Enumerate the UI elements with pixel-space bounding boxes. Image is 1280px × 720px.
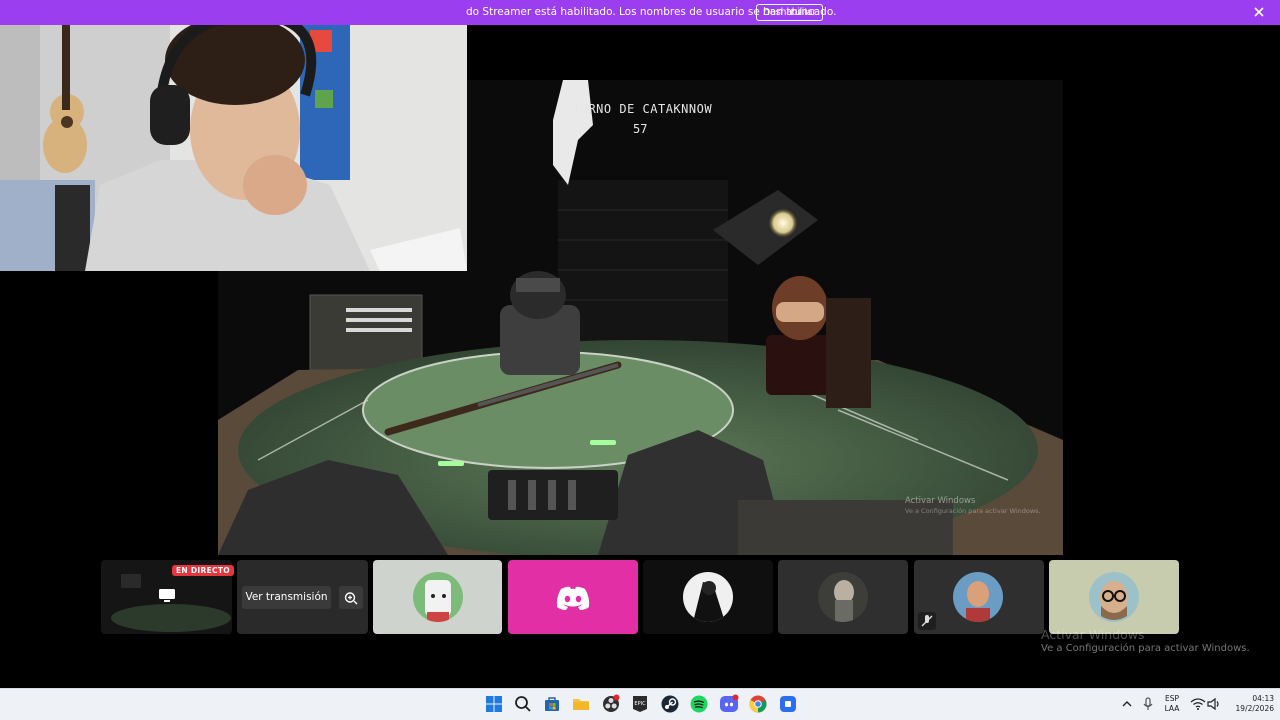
webcam-feed [0,0,467,271]
file-explorer-icon[interactable] [571,694,591,714]
stream-watermark-title: Activar Windows [905,496,976,506]
turn-label: TURNO DE CATAKNNOW [573,102,713,116]
system-clock[interactable]: 04:13 19/2/2026 [1222,688,1274,720]
discord-icon[interactable] [719,694,739,714]
disable-streamer-mode-button[interactable]: Deshabilitar [756,4,823,21]
volume-icon[interactable] [1204,694,1224,714]
svg-text:EPIC: EPIC [634,701,646,707]
live-badge: EN DIRECTO [172,565,234,576]
language-code: ESP [1164,694,1180,703]
white-dog-avatar-icon [413,572,463,622]
epic-games-icon[interactable]: EPIC [630,694,650,714]
discord-logo-icon [555,585,591,615]
windows-start-icon[interactable] [484,694,504,714]
microsoft-store-icon[interactable] [542,694,562,714]
spotify-icon[interactable] [689,694,709,714]
obs-icon[interactable] [601,694,621,714]
chrome-icon[interactable] [748,694,768,714]
turn-counter: 57 [633,122,648,136]
language-indicator[interactable]: ESP LAA [1158,688,1186,720]
screen-share-icon [158,588,176,608]
watch-stream-button[interactable]: Ver transmisión [242,586,331,609]
app-icon[interactable] [778,694,798,714]
screen: { "banner": { "text": "do Streamer está … [0,0,1280,720]
clock-date: 19/2/2026 [1235,704,1274,713]
webcam-image [0,0,467,271]
windows-activation-subtitle: Ve a Configuración para activar Windows. [1041,643,1250,654]
show-hidden-icons-icon[interactable] [1117,694,1137,714]
microphone-icon[interactable] [1138,694,1158,714]
windows-activation-title: Activar Windows [1041,627,1145,642]
steam-icon[interactable] [660,694,680,714]
glasses-man-avatar-icon [1089,572,1139,622]
clock-time: 04:13 [1252,694,1274,703]
search-icon[interactable] [513,694,533,714]
join-stream-icon[interactable] [339,586,363,609]
dark-character-avatar-icon [683,572,733,622]
close-banner-icon[interactable] [1250,3,1268,21]
stream-watermark-subtitle: Ve a Configuración para activar Windows. [905,507,1041,515]
person-avatar-icon [953,572,1003,622]
muted-icon [918,612,936,630]
keyboard-layout: LAA [1164,704,1180,713]
anime-girl-avatar-icon [818,572,868,622]
